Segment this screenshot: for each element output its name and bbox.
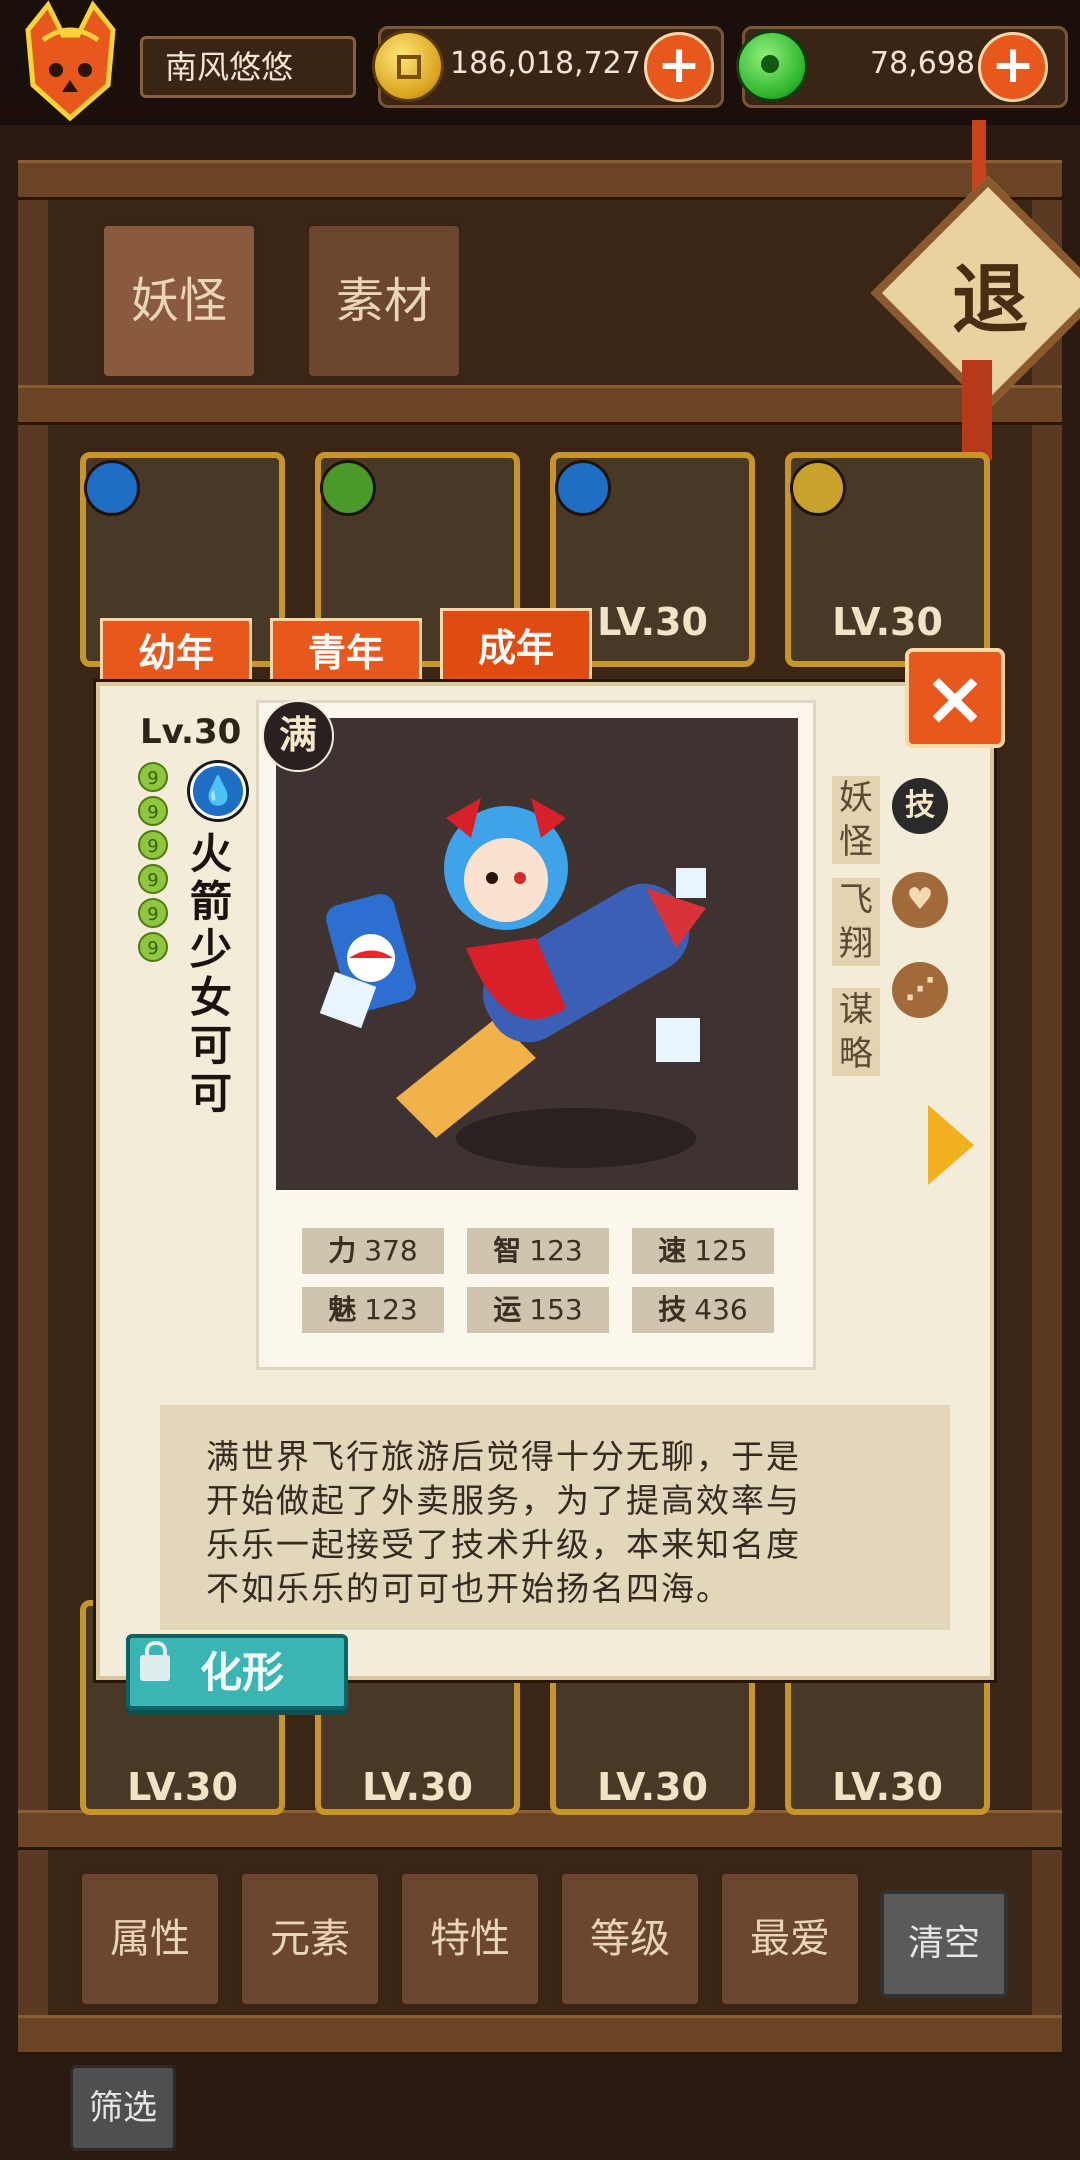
- tag-char: 翔: [839, 924, 873, 964]
- tab-child[interactable]: 幼年: [100, 618, 252, 682]
- tag-flying: 飞翔: [832, 878, 880, 966]
- stat-value: 378: [364, 1234, 418, 1267]
- jade-amount: 78,698: [870, 46, 975, 81]
- stat-skill: 技 436: [632, 1287, 774, 1333]
- water-element-icon: [555, 460, 611, 516]
- description-line: 乐乐一起接受了技术升级，本来知名度: [206, 1525, 801, 1564]
- stat-luck: 运 153: [467, 1287, 609, 1333]
- water-drop-icon: 💧: [190, 763, 246, 819]
- add-jade-button[interactable]: +: [978, 32, 1048, 102]
- description-line: 满世界飞行旅游后觉得十分无聊，于是: [206, 1437, 801, 1476]
- shelf-bar: [18, 1810, 1062, 1850]
- earth-element-icon: [790, 460, 846, 516]
- player-name: 南风悠悠: [140, 36, 356, 98]
- description-line: 不如乐乐的可可也开始扬名四海。: [206, 1569, 731, 1608]
- cabinet-post-right: [1032, 160, 1062, 2050]
- sort-level-button[interactable]: 等级: [558, 1870, 702, 2008]
- generation-dot: 9: [138, 898, 168, 928]
- stat-intellect: 智 123: [467, 1228, 609, 1274]
- sort-trait-button[interactable]: 特性: [398, 1870, 542, 2008]
- generation-dot: 9: [138, 762, 168, 792]
- share-icon[interactable]: ⋰: [892, 962, 948, 1018]
- stat-value: 153: [529, 1293, 583, 1326]
- next-arrow-icon[interactable]: [928, 1105, 974, 1185]
- stat-charm: 魅 123: [302, 1287, 444, 1333]
- gold-coin-icon: [372, 30, 444, 102]
- tag-char: 谋: [839, 990, 873, 1030]
- stat-key: 力: [328, 1234, 357, 1267]
- card-level: LV.30: [362, 1765, 473, 1809]
- monster-name-char: 火: [189, 829, 232, 878]
- monster-name-char: 可: [189, 1021, 232, 1070]
- generation-dot: 9: [138, 796, 168, 826]
- monster-name-char: 箭: [189, 877, 232, 926]
- skill-badge-icon[interactable]: 技: [892, 778, 948, 834]
- sort-element-button[interactable]: 元素: [238, 1870, 382, 2008]
- description-line: 开始做起了外卖服务，为了提高效率与: [206, 1481, 801, 1520]
- tab-youth[interactable]: 青年: [270, 618, 422, 682]
- tab-adult[interactable]: 成年: [440, 608, 592, 682]
- tag-char: 怪: [839, 822, 873, 862]
- gold-amount: 186,018,727: [450, 46, 641, 81]
- generation-dots: 9 9 9 9 9 9: [138, 762, 170, 966]
- monster-portrait: [276, 718, 798, 1190]
- lock-icon: [140, 1641, 170, 1681]
- monster-description: 满世界飞行旅游后觉得十分无聊，于是 开始做起了外卖服务，为了提高效率与 乐乐一起…: [160, 1405, 950, 1630]
- tab-materials[interactable]: 素材: [305, 222, 463, 380]
- stat-value: 436: [694, 1293, 748, 1326]
- monster-level: Lv.30: [140, 712, 242, 752]
- sort-attribute-button[interactable]: 属性: [78, 1870, 222, 2008]
- stat-key: 智: [493, 1234, 522, 1267]
- tag-strategy: 谋略: [832, 988, 880, 1076]
- monster-name-char: 可: [189, 1069, 232, 1118]
- exit-tassel: [962, 360, 992, 460]
- tag-monster: 妖怪: [832, 776, 880, 864]
- stat-key: 技: [658, 1293, 687, 1326]
- add-gold-button[interactable]: +: [644, 32, 714, 102]
- stat-key: 速: [658, 1234, 687, 1267]
- stat-power: 力 378: [302, 1228, 444, 1274]
- tag-char: 妖: [839, 778, 873, 818]
- shelf-bar: [18, 385, 1062, 425]
- tag-char: 略: [839, 1034, 873, 1074]
- max-level-badge: 满: [262, 700, 334, 772]
- stat-key: 魅: [328, 1293, 357, 1326]
- tag-char: 飞: [839, 880, 873, 920]
- clear-button[interactable]: 清空: [880, 1890, 1008, 1998]
- jade-coin-icon: [736, 30, 808, 102]
- generation-dot: 9: [138, 864, 168, 894]
- generation-dot: 9: [138, 830, 168, 860]
- filter-button[interactable]: 筛选: [70, 2065, 176, 2151]
- player-avatar[interactable]: [8, 0, 133, 125]
- stat-speed: 速 125: [632, 1228, 774, 1274]
- water-element-icon: [84, 460, 140, 516]
- stat-value: 125: [694, 1234, 748, 1267]
- card-level: LV.30: [832, 1765, 943, 1809]
- wood-element-icon: [320, 460, 376, 516]
- monster-name-char: 女: [189, 973, 232, 1022]
- stat-value: 123: [364, 1293, 418, 1326]
- shelf-bar: [18, 2015, 1062, 2055]
- card-level: LV.30: [127, 1765, 238, 1809]
- generation-dot: 9: [138, 932, 168, 962]
- card-level: LV.30: [597, 1765, 708, 1809]
- stat-value: 123: [529, 1234, 583, 1267]
- shelf-bar: [18, 160, 1062, 200]
- monster-name: 火 箭 少 女 可 可: [188, 830, 234, 1118]
- sort-favorite-button[interactable]: 最爱: [718, 1870, 862, 2008]
- close-button[interactable]: ×: [905, 648, 1005, 748]
- cabinet-post-left: [18, 160, 48, 2050]
- stat-key: 运: [493, 1293, 522, 1326]
- monster-name-char: 少: [189, 925, 232, 974]
- card-level: LV.30: [832, 600, 943, 644]
- exit-label: 退: [952, 255, 1028, 344]
- heart-icon[interactable]: ♥: [892, 872, 948, 928]
- tab-monsters[interactable]: 妖怪: [100, 222, 258, 380]
